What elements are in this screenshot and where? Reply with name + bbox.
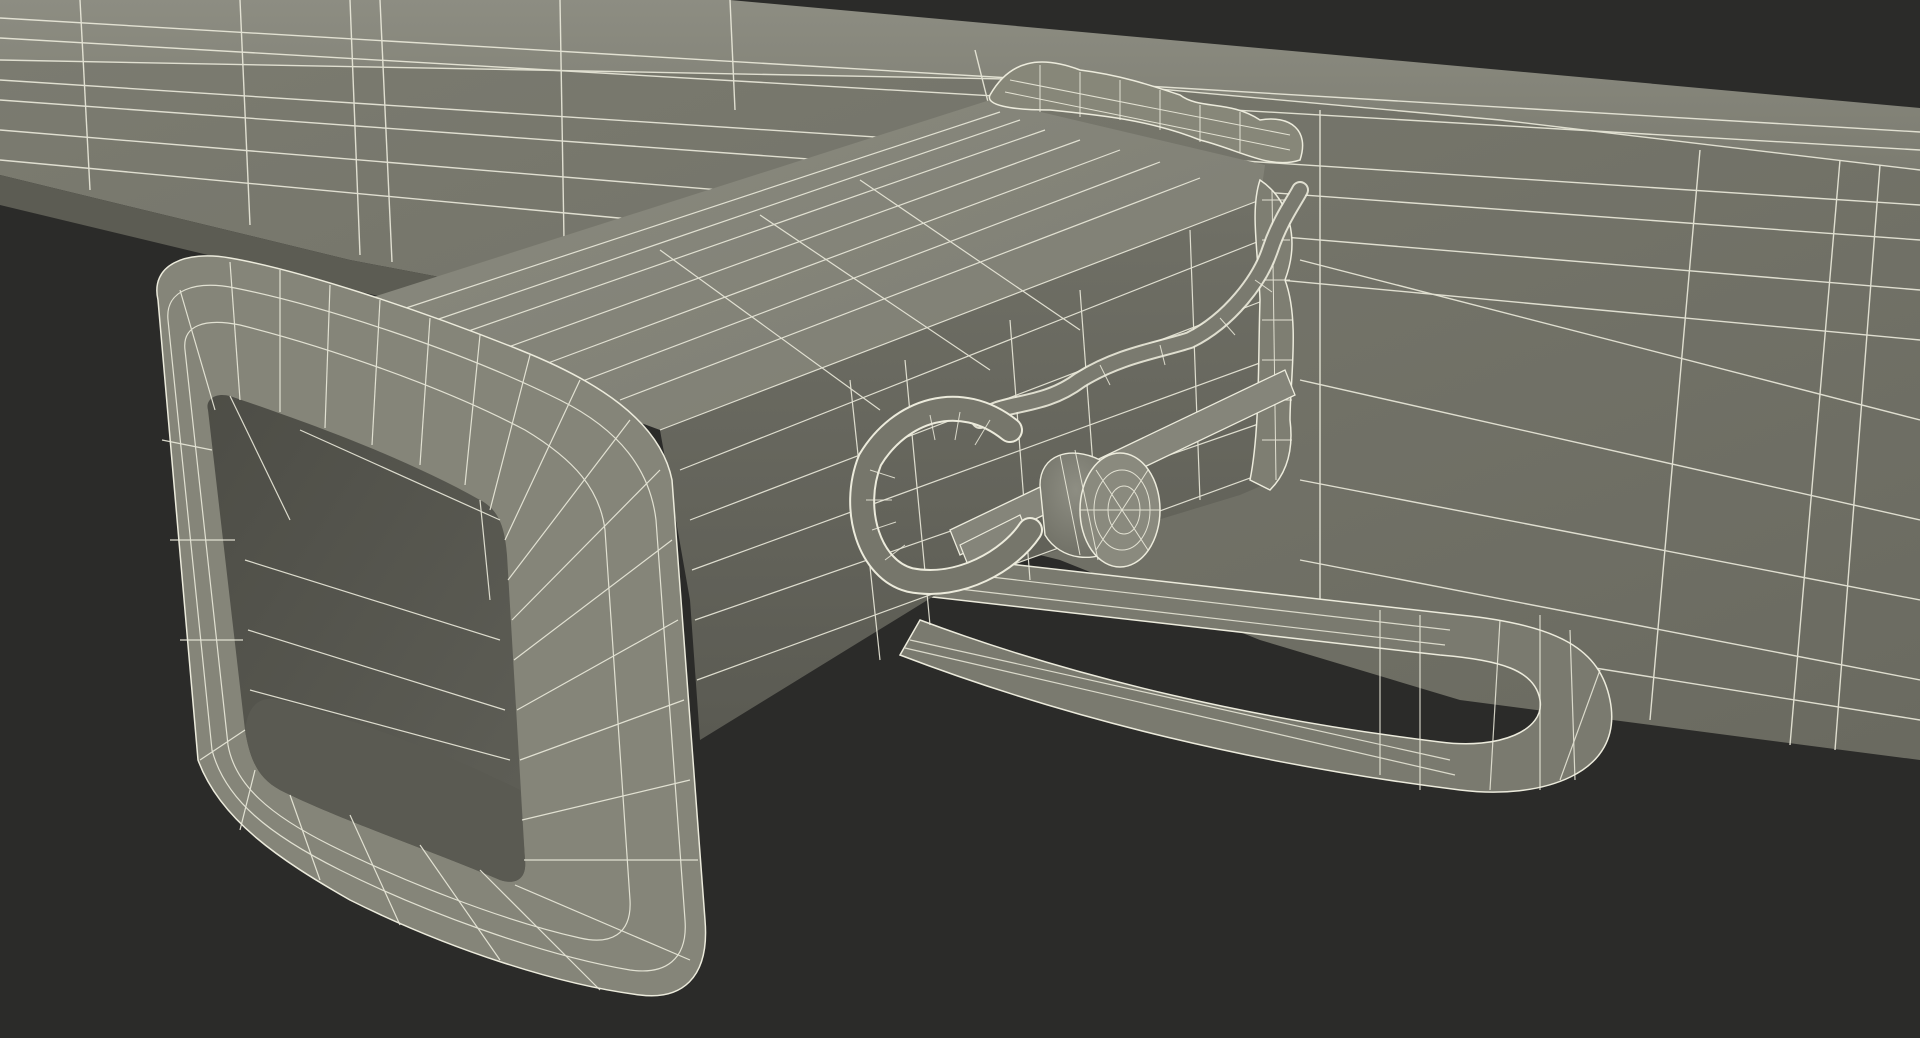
pin-head [1039, 449, 1161, 568]
render-viewport [0, 0, 1920, 1038]
wireframe-render [0, 0, 1920, 997]
